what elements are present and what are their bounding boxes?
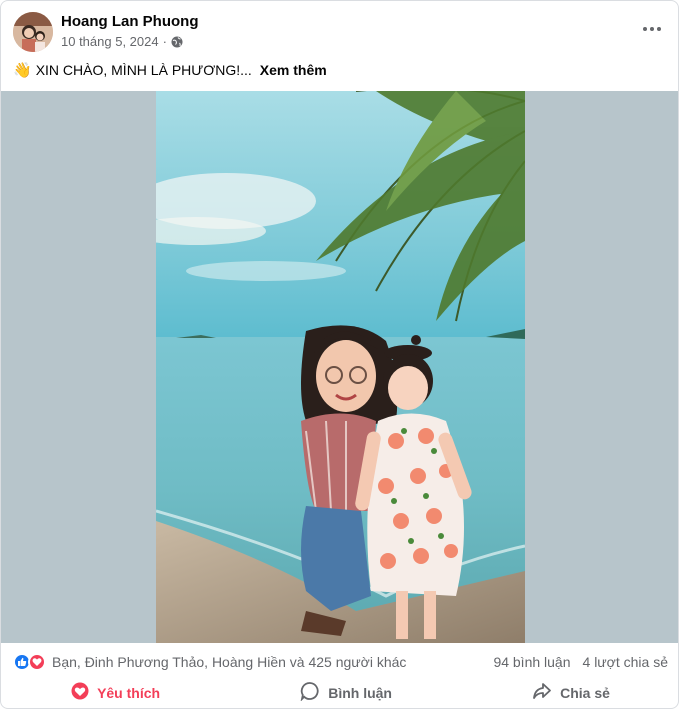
dot-icon xyxy=(657,27,661,31)
comment-button[interactable]: Bình luận xyxy=(280,675,412,708)
reactions-text[interactable]: Bạn, Đinh Phương Thảo, Hoàng Hiền và 425… xyxy=(52,654,406,670)
post-actions: Yêu thích Bình luận Chia sẻ xyxy=(1,675,678,708)
share-button[interactable]: Chia sẻ xyxy=(512,675,630,708)
post-media[interactable] xyxy=(1,91,678,643)
feed-post: Hoang Lan Phuong 10 tháng 5, 2024 · 👋 XI… xyxy=(0,0,679,709)
post-photo[interactable] xyxy=(156,91,525,643)
post-date[interactable]: 10 tháng 5, 2024 xyxy=(61,34,159,49)
love-icon xyxy=(28,653,46,671)
post-meta: 10 tháng 5, 2024 · xyxy=(61,34,183,49)
more-options-button[interactable] xyxy=(638,17,666,41)
post-header: Hoang Lan Phuong 10 tháng 5, 2024 · xyxy=(1,1,678,57)
share-label: Chia sẻ xyxy=(560,684,610,701)
meta-separator: · xyxy=(162,34,167,49)
dot-icon xyxy=(643,27,647,31)
reaction-summary[interactable] xyxy=(13,653,46,671)
love-label: Yêu thích xyxy=(97,684,161,701)
caption-text: XIN CHÀO, MÌNH LÀ PHƯƠNG!... xyxy=(35,62,252,78)
post-caption: 👋 XIN CHÀO, MÌNH LÀ PHƯƠNG!... Xem thêm xyxy=(13,61,327,79)
share-icon xyxy=(532,681,552,704)
shares-count[interactable]: 4 lượt chia sẻ xyxy=(583,654,668,670)
love-icon xyxy=(71,682,89,703)
love-button[interactable]: Yêu thích xyxy=(51,676,180,708)
author-avatar[interactable] xyxy=(13,12,53,52)
globe-icon[interactable] xyxy=(171,36,183,48)
stats-counts: 94 bình luận 4 lượt chia sẻ xyxy=(493,654,668,670)
waving-hand-emoji: 👋 xyxy=(13,62,32,79)
comment-label: Bình luận xyxy=(328,684,392,701)
dot-icon xyxy=(650,27,654,31)
see-more-link[interactable]: Xem thêm xyxy=(260,62,327,78)
comments-count[interactable]: 94 bình luận xyxy=(493,654,570,670)
comment-icon xyxy=(300,681,320,704)
author-name[interactable]: Hoang Lan Phuong xyxy=(61,13,198,30)
